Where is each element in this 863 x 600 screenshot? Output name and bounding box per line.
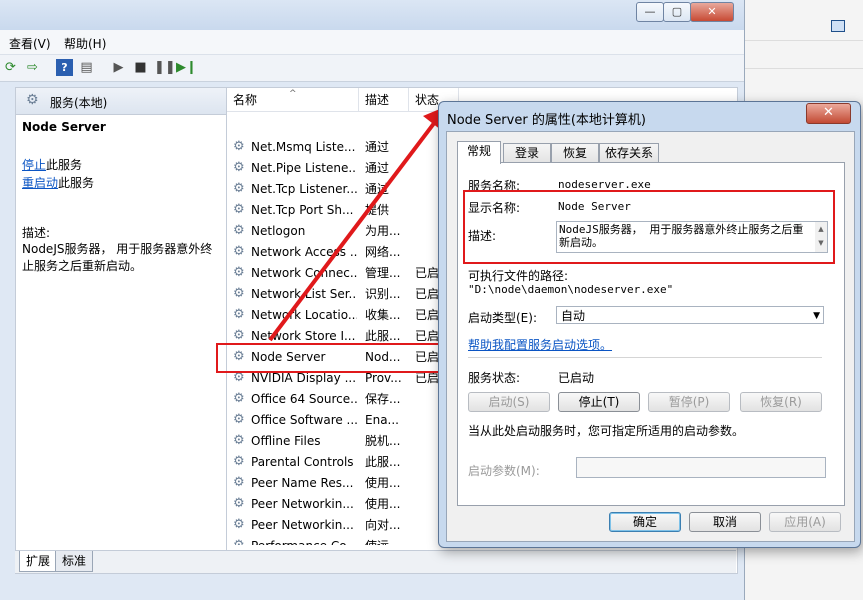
description-field-text: NodeJS服务器， 用于服务器意外终止服务之后重新启动。 xyxy=(559,223,804,249)
service-name-label: 服务名称: xyxy=(468,179,521,193)
service-status-value: 已启动 xyxy=(558,371,595,385)
description-field[interactable]: NodeJS服务器， 用于服务器意外终止服务之后重新启动。 ▲ ▼ xyxy=(556,221,828,253)
startup-type-label: 启动类型(E): xyxy=(468,311,537,325)
start-button[interactable]: 启动(S) xyxy=(468,392,550,412)
divider xyxy=(468,357,822,358)
properties-dialog: Node Server 的属性(本地计算机) ✕ 常规 登录 恢复 依存关系 服… xyxy=(438,101,861,548)
ok-button[interactable]: 确定 xyxy=(609,512,681,532)
service-status-label: 服务状态: xyxy=(468,371,521,385)
description-label: 描述: xyxy=(468,229,497,243)
exe-path-value: "D:\node\daemon\nodeserver.exe" xyxy=(468,283,674,296)
startup-type-value: 自动 xyxy=(561,309,586,323)
arrow-line xyxy=(268,116,440,342)
dialog-title: Node Server 的属性(本地计算机) xyxy=(447,113,646,128)
start-params-field[interactable] xyxy=(576,457,826,478)
tab-logon[interactable]: 登录 xyxy=(503,143,551,163)
apply-button[interactable]: 应用(A) xyxy=(769,512,841,532)
chevron-down-icon: ▼ xyxy=(813,311,820,321)
dialog-body: 常规 登录 恢复 依存关系 服务名称: nodeserver.exe 显示名称:… xyxy=(446,131,855,542)
display-name-field[interactable]: Node Server xyxy=(558,200,631,213)
display-name-label: 显示名称: xyxy=(468,201,521,215)
pause-button[interactable]: 暂停(P) xyxy=(648,392,730,412)
resume-button[interactable]: 恢复(R) xyxy=(740,392,822,412)
startup-type-select[interactable]: 自动 ▼ xyxy=(556,306,824,324)
tab-general[interactable]: 常规 xyxy=(457,141,501,164)
scrollbar[interactable]: ▲ ▼ xyxy=(815,222,827,252)
dialog-close-button[interactable]: ✕ xyxy=(806,103,851,124)
general-tab-panel: 服务名称: nodeserver.exe 显示名称: Node Server 描… xyxy=(457,162,845,506)
stop-button[interactable]: 停止(T) xyxy=(558,392,640,412)
tab-recovery[interactable]: 恢复 xyxy=(551,143,599,163)
start-params-hint: 当从此处启动服务时，您可指定所适用的启动参数。 xyxy=(468,424,745,438)
cancel-button[interactable]: 取消 xyxy=(689,512,761,532)
exe-path-label: 可执行文件的路径: xyxy=(468,269,569,283)
start-params-label: 启动参数(M): xyxy=(468,464,540,478)
tab-dependencies[interactable]: 依存关系 xyxy=(599,143,659,163)
service-name-value: nodeserver.exe xyxy=(558,178,651,191)
help-configure-link[interactable]: 帮助我配置服务启动选项。 xyxy=(468,336,612,353)
